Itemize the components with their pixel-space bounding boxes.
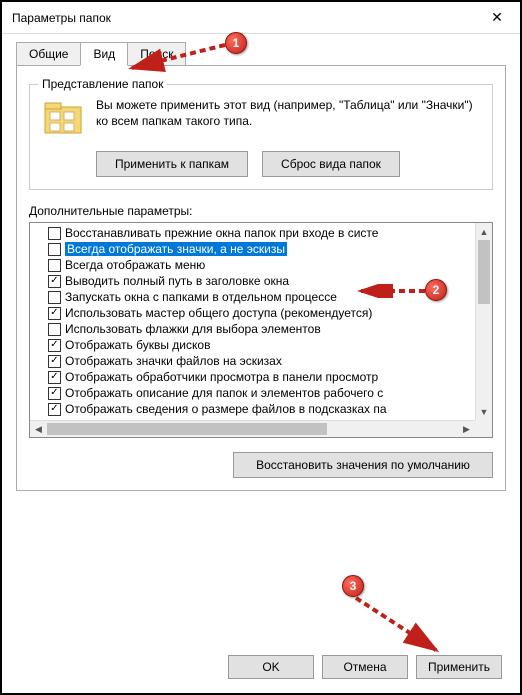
list-item[interactable]: ✓ Отображать обработчики просмотра в пане… bbox=[30, 369, 492, 385]
vertical-scroll-thumb[interactable] bbox=[478, 240, 490, 304]
list-item-label: Всегда отображать меню bbox=[65, 258, 205, 272]
folder-views-description: Вы можете применить этот вид (например, … bbox=[96, 97, 480, 129]
reset-folders-button[interactable]: Сброс вида папок bbox=[262, 151, 400, 177]
callout-2: 2 bbox=[425, 279, 447, 301]
close-icon: ✕ bbox=[491, 9, 503, 26]
close-button[interactable]: ✕ bbox=[474, 2, 520, 34]
list-item[interactable]: ✓ Отображать буквы дисков bbox=[30, 337, 492, 353]
checkbox[interactable]: ✓ bbox=[48, 307, 61, 320]
checkbox[interactable] bbox=[48, 323, 61, 336]
groupbox-title: Представление папок bbox=[38, 77, 167, 91]
list-item-label: Использовать флажки для выбора элементов bbox=[65, 322, 321, 336]
list-item[interactable]: ✓ Использовать мастер общего доступа (рек… bbox=[30, 305, 492, 321]
list-item-label: Отображать значки файлов на эскизах bbox=[65, 354, 282, 368]
scroll-left-icon[interactable]: ◀ bbox=[30, 421, 47, 438]
list-item[interactable]: ✓ Отображать значки файлов на эскизах bbox=[30, 353, 492, 369]
list-item[interactable]: Всегда отображать значки, а не эскизы bbox=[30, 241, 492, 257]
list-item-label: Всегда отображать значки, а не эскизы bbox=[65, 242, 287, 256]
list-item-label: Запускать окна с папками в отдельном про… bbox=[65, 290, 337, 304]
tab-general[interactable]: Общие bbox=[16, 42, 81, 66]
ok-button[interactable]: OK bbox=[228, 655, 314, 679]
checkbox[interactable]: ✓ bbox=[48, 355, 61, 368]
callout-3: 3 bbox=[342, 575, 364, 597]
advanced-settings-label: Дополнительные параметры: bbox=[29, 204, 493, 218]
tab-strip: Общие Вид Поиск bbox=[16, 42, 506, 66]
advanced-settings-list[interactable]: Восстанавливать прежние окна папок при в… bbox=[29, 222, 493, 438]
list-item[interactable]: Восстанавливать прежние окна папок при в… bbox=[30, 225, 492, 241]
tab-view[interactable]: Вид bbox=[80, 42, 128, 66]
list-item-label: Отображать сведения о размере файлов в п… bbox=[65, 402, 387, 416]
checkbox[interactable] bbox=[48, 227, 61, 240]
tab-panel-view: Представление папок Вы можете применить … bbox=[16, 65, 506, 491]
apply-to-folders-button[interactable]: Применить к папкам bbox=[96, 151, 248, 177]
list-item-label: Выводить полный путь в заголовке окна bbox=[65, 274, 289, 288]
list-item[interactable]: Всегда отображать меню bbox=[30, 257, 492, 273]
scroll-up-icon[interactable]: ▲ bbox=[476, 223, 492, 240]
list-item-label: Отображать обработчики просмотра в панел… bbox=[65, 370, 378, 384]
folder-icon bbox=[42, 97, 84, 139]
checkbox[interactable]: ✓ bbox=[48, 403, 61, 416]
list-item[interactable]: ✓ Выводить полный путь в заголовке окна bbox=[30, 273, 492, 289]
checkbox[interactable]: ✓ bbox=[48, 339, 61, 352]
scroll-corner bbox=[475, 420, 492, 437]
list-item[interactable]: ✓ Отображать сведения о размере файлов в … bbox=[30, 401, 492, 417]
apply-button[interactable]: Применить bbox=[416, 655, 502, 679]
window-title: Параметры папок bbox=[12, 11, 111, 25]
scroll-right-icon[interactable]: ▶ bbox=[458, 421, 475, 438]
restore-defaults-button[interactable]: Восстановить значения по умолчанию bbox=[233, 452, 493, 478]
checkbox[interactable] bbox=[48, 259, 61, 272]
list-item[interactable]: Использовать флажки для выбора элементов bbox=[30, 321, 492, 337]
folder-views-group: Представление папок Вы можете применить … bbox=[29, 84, 493, 190]
horizontal-scroll-thumb[interactable] bbox=[47, 423, 327, 435]
scroll-down-icon[interactable]: ▼ bbox=[476, 403, 492, 420]
dialog-button-row: OK Отмена Применить bbox=[228, 655, 502, 679]
cancel-button[interactable]: Отмена bbox=[322, 655, 408, 679]
list-item[interactable]: Запускать окна с папками в отдельном про… bbox=[30, 289, 492, 305]
list-item-label: Отображать буквы дисков bbox=[65, 338, 210, 352]
checkbox[interactable] bbox=[48, 243, 61, 256]
checkbox[interactable] bbox=[48, 291, 61, 304]
horizontal-scrollbar[interactable]: ◀ ▶ bbox=[30, 420, 475, 437]
list-item[interactable]: ✓ Отображать описание для папок и элемент… bbox=[30, 385, 492, 401]
tab-search[interactable]: Поиск bbox=[127, 42, 186, 66]
list-item-label: Восстанавливать прежние окна папок при в… bbox=[65, 226, 378, 240]
list-item-label: Отображать описание для папок и элементо… bbox=[65, 386, 383, 400]
checkbox[interactable]: ✓ bbox=[48, 371, 61, 384]
vertical-scrollbar[interactable]: ▲ ▼ bbox=[475, 223, 492, 420]
callout-1: 1 bbox=[225, 32, 247, 54]
list-item-label: Использовать мастер общего доступа (реко… bbox=[65, 306, 372, 320]
titlebar: Параметры папок ✕ bbox=[2, 2, 520, 34]
checkbox[interactable]: ✓ bbox=[48, 275, 61, 288]
checkbox[interactable]: ✓ bbox=[48, 387, 61, 400]
